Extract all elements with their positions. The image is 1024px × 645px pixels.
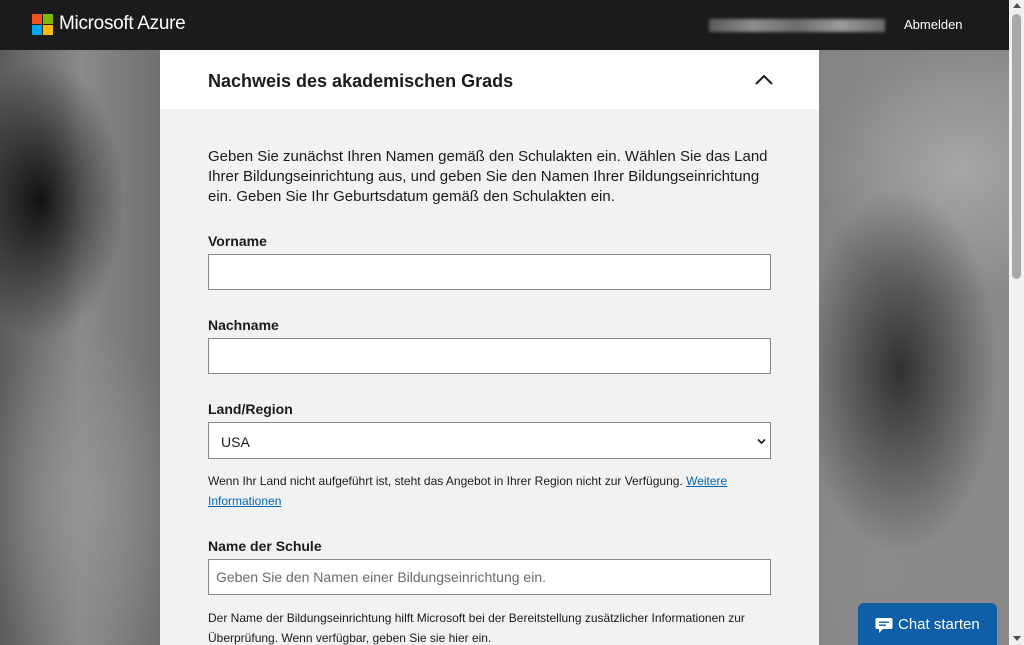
card-title: Nachweis des akademischen Grads xyxy=(208,71,514,91)
signout-link[interactable]: Abmelden xyxy=(904,17,963,32)
country-note: Wenn Ihr Land nicht aufgeführt ist, steh… xyxy=(208,471,773,511)
school-note: Der Name der Bildungseinrichtung hilft M… xyxy=(208,611,745,645)
chevron-up-icon[interactable] xyxy=(753,71,775,87)
top-navigation-bar: Microsoft Azure Abmelden xyxy=(0,0,1009,50)
last-name-input[interactable] xyxy=(208,338,771,374)
brand-name[interactable]: Microsoft Azure xyxy=(59,13,186,35)
country-selected-value: USA xyxy=(221,434,250,450)
school-name-input[interactable] xyxy=(208,559,771,595)
intro-text: Geben Sie zunächst Ihren Namen gemäß den… xyxy=(208,148,768,205)
chat-label: Chat starten xyxy=(898,616,980,633)
microsoft-logo-icon[interactable] xyxy=(32,14,53,35)
last-name-label: Nachname xyxy=(208,317,279,333)
scrollbar-thumb[interactable] xyxy=(1012,14,1021,279)
vertical-scrollbar[interactable] xyxy=(1009,0,1024,645)
start-chat-button[interactable]: Chat starten xyxy=(858,603,997,645)
chevron-down-icon xyxy=(757,438,766,445)
card-header[interactable]: Nachweis des akademischen Grads xyxy=(160,50,819,109)
country-note-text: Wenn Ihr Land nicht aufgeführt ist, steh… xyxy=(208,474,683,488)
country-label: Land/Region xyxy=(208,401,293,417)
school-label: Name der Schule xyxy=(208,538,322,554)
user-account-name-redacted xyxy=(709,19,885,32)
country-select[interactable]: USA xyxy=(208,422,771,459)
chat-bubble-icon xyxy=(875,618,893,633)
scroll-up-arrow-icon[interactable] xyxy=(1013,3,1021,8)
scroll-down-arrow-icon[interactable] xyxy=(1013,636,1021,641)
first-name-input[interactable] xyxy=(208,254,771,290)
degree-verification-card: Nachweis des akademischen Grads Geben Si… xyxy=(160,50,819,645)
first-name-label: Vorname xyxy=(208,233,267,249)
